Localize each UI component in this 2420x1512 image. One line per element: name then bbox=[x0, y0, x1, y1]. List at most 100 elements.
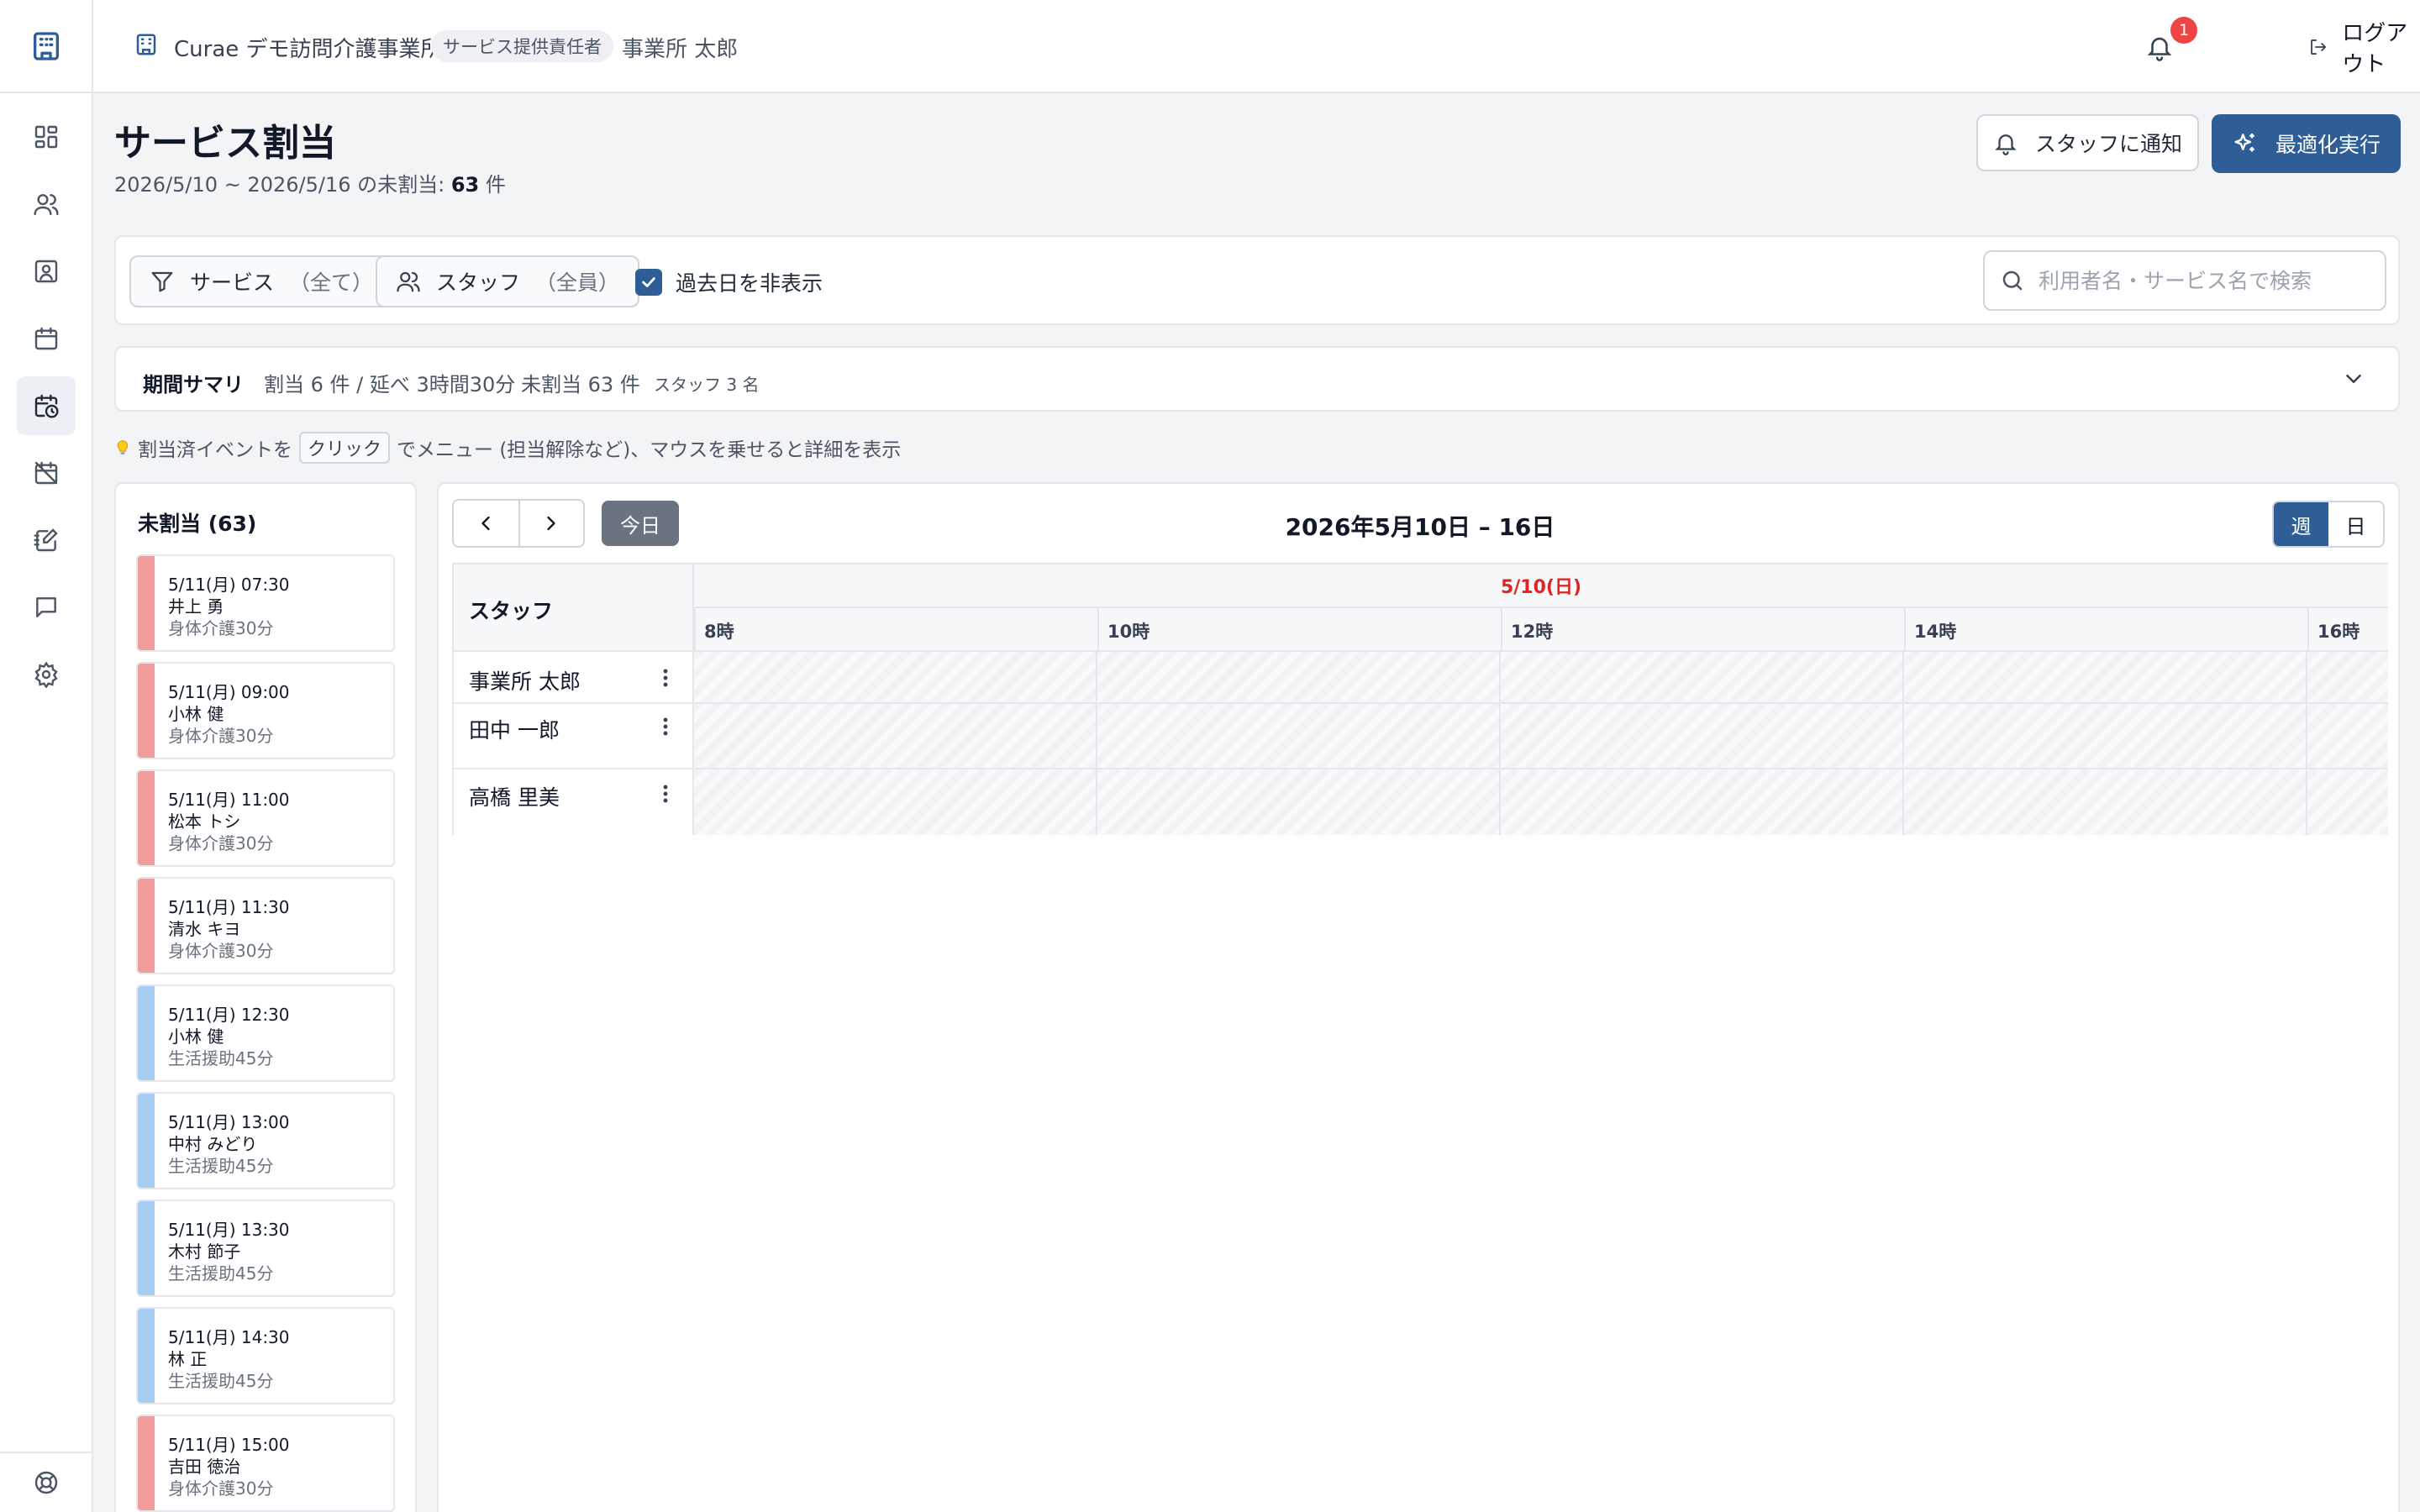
sidebar bbox=[0, 0, 93, 1512]
service-color-bar bbox=[138, 1416, 155, 1510]
service-filter-button[interactable]: サービス （全て） bbox=[129, 255, 394, 307]
notify-staff-label: スタッフに通知 bbox=[2034, 132, 2182, 156]
service-filter-label: サービス bbox=[190, 270, 275, 295]
bell-icon bbox=[1995, 134, 2017, 155]
filter-bar: サービス （全て） スタッフ （全員） 過去日を非表示 bbox=[114, 235, 2400, 325]
staff-timeline[interactable] bbox=[694, 652, 2388, 702]
card-time: 5/11(月) 11:30 bbox=[168, 897, 290, 917]
period-summary[interactable]: 期間サマリ 割当 6 件 / 延べ 3時間30分 未割当 63 件 スタッフ 3… bbox=[114, 346, 2400, 412]
logout-button[interactable]: ログアウト bbox=[2308, 21, 2420, 77]
hour-label: 16時 bbox=[2307, 608, 2388, 652]
unassigned-card[interactable]: 5/11(月) 07:30 井上 勇身体介護30分 bbox=[136, 554, 395, 652]
staff-row: 高橋 里美 bbox=[454, 769, 2388, 835]
contact-card-icon bbox=[34, 260, 58, 283]
sidebar-item-messages[interactable] bbox=[17, 578, 76, 637]
sidebar-item-service-assignment[interactable] bbox=[17, 376, 76, 435]
calendar-clock-icon bbox=[34, 394, 59, 418]
chevron-down-icon[interactable] bbox=[2341, 366, 2366, 391]
check-icon bbox=[642, 277, 655, 287]
sidebar-item-dashboard[interactable] bbox=[17, 108, 76, 166]
staff-filter-label: スタッフ bbox=[436, 270, 521, 295]
card-time: 5/11(月) 13:30 bbox=[168, 1220, 290, 1240]
staff-cell: 田中 一郎 bbox=[454, 704, 694, 768]
sparkles-icon bbox=[2234, 134, 2254, 152]
card-service: 身体介護30分 bbox=[168, 833, 274, 853]
staff-filter-button[interactable]: スタッフ （全員） bbox=[376, 255, 640, 307]
hour-divider bbox=[1499, 652, 1501, 702]
users-icon bbox=[397, 271, 420, 292]
card-time: 5/11(月) 15:00 bbox=[168, 1435, 290, 1455]
search-input[interactable] bbox=[2039, 268, 2375, 293]
hour-header: 8時 10時 12時 14時 16時 bbox=[694, 608, 2388, 652]
role-badge: サービス提供責任者 bbox=[431, 30, 613, 62]
day-view-button[interactable]: 日 bbox=[2328, 502, 2383, 546]
card-client-name: 吉田 徳治 bbox=[168, 1457, 241, 1477]
hour-divider bbox=[1096, 652, 1097, 702]
hide-past-toggle[interactable]: 過去日を非表示 bbox=[635, 267, 823, 297]
staff-menu-button[interactable] bbox=[655, 781, 676, 806]
unassigned-card[interactable]: 5/11(月) 11:30 清水 キヨ 身体介護30分 bbox=[136, 877, 395, 974]
sidebar-item-users[interactable] bbox=[17, 175, 76, 234]
building-icon bbox=[136, 34, 156, 55]
usage-hint: 割当済イベントを クリック でメニュー (担当解除など)、マウスを乗せると詳細を… bbox=[114, 432, 901, 464]
subtitle-unit: 件 bbox=[479, 173, 506, 197]
top-header: Curae デモ訪問介護事業所 サービス提供責任者 事業所 太郎 1 ログアウト bbox=[93, 0, 2420, 93]
week-view-button[interactable]: 週 bbox=[2274, 502, 2328, 546]
summary-staff: スタッフ 3 名 bbox=[654, 375, 760, 395]
org-name: Curae デモ訪問介護事業所 bbox=[174, 37, 443, 62]
staff-menu-button[interactable] bbox=[655, 665, 676, 690]
dashboard-icon bbox=[34, 125, 58, 149]
staff-menu-button[interactable] bbox=[655, 714, 676, 739]
building-logo-icon[interactable] bbox=[0, 0, 92, 93]
sidebar-item-absence[interactable] bbox=[17, 444, 76, 502]
search-field[interactable] bbox=[1983, 250, 2386, 311]
hint-key: クリック bbox=[299, 432, 391, 464]
card-time: 5/11(月) 12:30 bbox=[168, 1005, 290, 1025]
unassigned-count: 63 bbox=[450, 173, 480, 197]
hour-divider bbox=[1499, 769, 1501, 835]
view-toggle: 週 日 bbox=[2272, 501, 2385, 548]
card-time: 5/11(月) 11:00 bbox=[168, 790, 290, 810]
staff-row: 田中 一郎 bbox=[454, 704, 2388, 769]
user-name: 事業所 太郎 bbox=[622, 37, 739, 62]
staff-filter-value: （全員） bbox=[535, 270, 620, 295]
unassigned-card[interactable]: 5/11(月) 09:00 小林 健身体介護30分 bbox=[136, 662, 395, 759]
unassigned-title: 未割当 (63) bbox=[138, 512, 257, 536]
staff-timeline[interactable] bbox=[694, 704, 2388, 768]
card-client-name: 林 正 bbox=[168, 1349, 208, 1369]
hour-divider bbox=[2306, 704, 2307, 768]
assignment-calendar: 今日 2026年5月10日 – 16日 週 日 スタッフ 5/10(日) 8時 … bbox=[437, 482, 2400, 1512]
card-service: 身体介護30分 bbox=[168, 941, 274, 961]
sidebar-item-clients[interactable] bbox=[17, 242, 76, 301]
optimize-button[interactable]: 最適化実行 bbox=[2212, 114, 2401, 173]
card-client-name: 木村 節子 bbox=[168, 1242, 241, 1262]
unassigned-card[interactable]: 5/11(月) 12:30 小林 健生活援助45分 bbox=[136, 984, 395, 1082]
calendar-range-title: 2026年5月10日 – 16日 bbox=[1285, 513, 1555, 541]
page-title: サービス割当 bbox=[114, 122, 336, 165]
sidebar-item-help[interactable] bbox=[0, 1452, 92, 1512]
staff-cell: 高橋 里美 bbox=[454, 769, 694, 835]
unassigned-card[interactable]: 5/11(月) 13:00 中村 みどり 生活援助45分 bbox=[136, 1092, 395, 1189]
sidebar-item-records[interactable] bbox=[17, 511, 76, 570]
unassigned-card[interactable]: 5/11(月) 15:00 吉田 徳治 身体介護30分 bbox=[136, 1415, 395, 1512]
staff-timeline[interactable] bbox=[694, 769, 2388, 835]
staff-name: 事業所 太郎 bbox=[469, 669, 581, 694]
sidebar-item-calendar[interactable] bbox=[17, 309, 76, 368]
card-time: 5/11(月) 09:00 bbox=[168, 682, 290, 702]
calendar-off-icon bbox=[34, 461, 58, 485]
hide-past-checkbox[interactable] bbox=[635, 269, 662, 296]
unassigned-card[interactable]: 5/11(月) 14:30 林 正生活援助45分 bbox=[136, 1307, 395, 1404]
calendar-icon bbox=[34, 327, 58, 350]
unassigned-panel: 未割当 (63) 5/11(月) 07:30 井上 勇身体介護30分 5/11(月)… bbox=[114, 482, 417, 1512]
lightbulb-icon bbox=[117, 440, 129, 454]
sidebar-item-settings[interactable] bbox=[17, 645, 76, 704]
staff-column-header: スタッフ bbox=[454, 564, 694, 652]
search-icon bbox=[2002, 270, 2023, 291]
staff-row: 事業所 太郎 bbox=[454, 652, 2388, 704]
unassigned-card[interactable]: 5/11(月) 13:30 木村 節子 生活援助45分 bbox=[136, 1200, 395, 1297]
unassigned-card[interactable]: 5/11(月) 11:00 松本 トシ 身体介護30分 bbox=[136, 769, 395, 867]
hour-divider bbox=[1902, 652, 1904, 702]
more-vertical-icon bbox=[663, 717, 668, 736]
service-color-bar bbox=[138, 771, 155, 865]
notify-staff-button[interactable]: スタッフに通知 bbox=[1976, 114, 2199, 171]
